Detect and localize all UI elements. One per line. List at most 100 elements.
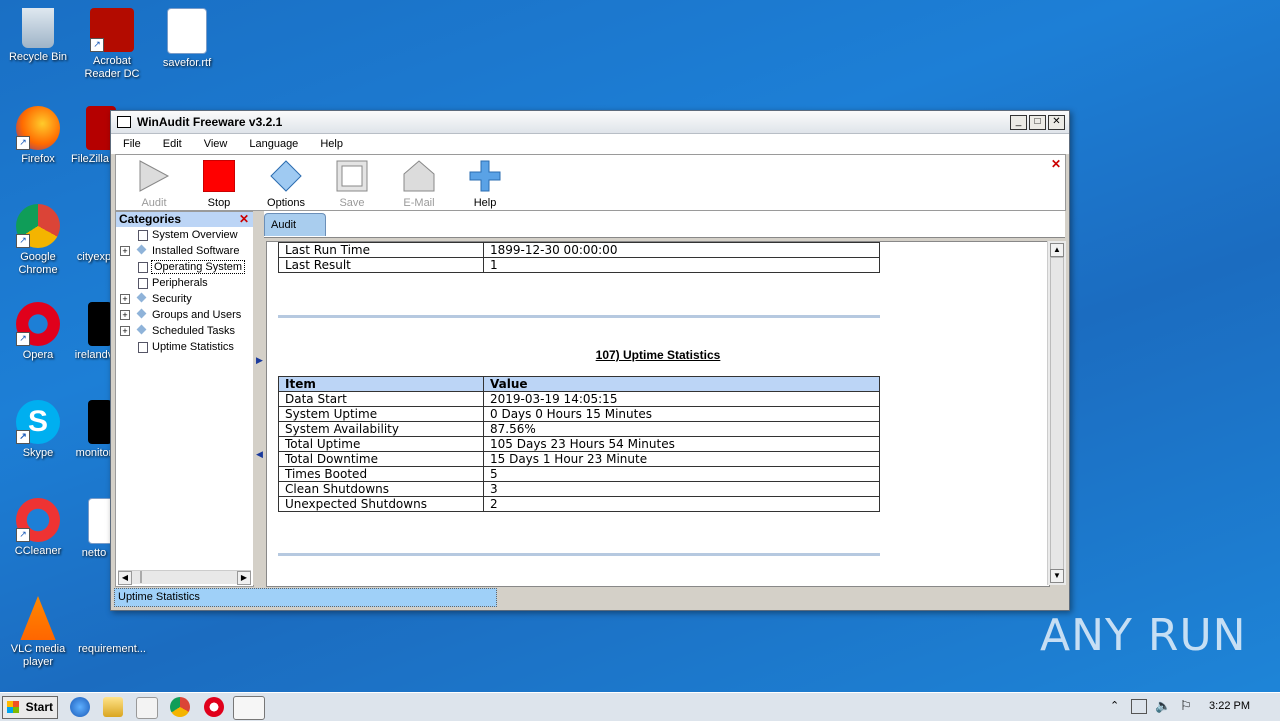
desktop-icon-ccleaner[interactable]: ↗ CCleaner: [0, 498, 76, 558]
item-cell: Last Run Time: [278, 242, 484, 258]
show-hidden-icons-icon[interactable]: ⌃: [1110, 699, 1119, 712]
expand-icon[interactable]: +: [120, 294, 130, 304]
anyrun-watermark: ANY RUN: [1040, 610, 1247, 661]
collapse-left-icon[interactable]: ◀: [256, 449, 263, 460]
scroll-left-icon[interactable]: ◀: [118, 571, 132, 585]
scroll-right-icon[interactable]: ▶: [237, 571, 251, 585]
tree-item-groups-and-users[interactable]: + Groups and Users: [116, 307, 253, 323]
section-divider: [278, 315, 880, 318]
word-document-icon: [167, 8, 207, 54]
tab-audit[interactable]: Audit: [264, 213, 326, 236]
chrome-taskbar-icon[interactable]: [170, 697, 190, 717]
item-cell: System Availability: [278, 421, 484, 437]
tree-item-peripherals[interactable]: Peripherals: [116, 275, 253, 291]
play-icon: [139, 160, 170, 192]
expand-icon[interactable]: +: [120, 326, 130, 336]
value-cell: 2: [483, 496, 880, 512]
stop-icon: [203, 160, 235, 192]
options-button[interactable]: Options: [256, 159, 316, 209]
tree-item-security[interactable]: + Security: [116, 291, 253, 307]
value-cell: 0 Days 0 Hours 15 Minutes: [483, 406, 880, 422]
desktop-icon-chrome[interactable]: ↗ Google Chrome: [0, 204, 76, 277]
menu-file[interactable]: File: [123, 138, 141, 150]
value-cell: 87.56%: [483, 421, 880, 437]
desktop-icon-label: Google Chrome: [18, 251, 58, 276]
tree-item-scheduled-tasks[interactable]: + Scheduled Tasks: [116, 323, 253, 339]
desktop-icon-label: CCleaner: [14, 545, 62, 557]
internet-explorer-icon[interactable]: [70, 697, 90, 717]
menu-language[interactable]: Language: [249, 138, 298, 150]
network-icon[interactable]: [1131, 699, 1147, 714]
scroll-down-icon[interactable]: ▼: [1050, 569, 1064, 583]
windows-logo-icon: [7, 701, 19, 713]
table-row: Times Booted 5: [278, 466, 880, 482]
scroll-thumb[interactable]: [140, 571, 142, 583]
expand-icon[interactable]: +: [120, 246, 130, 256]
winaudit-taskbar-button[interactable]: [233, 696, 265, 720]
item-cell: Total Uptime: [278, 436, 484, 452]
start-button[interactable]: Start: [2, 696, 58, 719]
header-item: Item: [278, 376, 484, 392]
scroll-thumb[interactable]: [1050, 257, 1064, 571]
table-row: Unexpected Shutdowns 2: [278, 496, 880, 512]
desktop-icon-label: savefor.rtf: [162, 57, 212, 69]
desktop-icon-skype[interactable]: S ↗ Skype: [0, 400, 76, 460]
tree-item-operating-system[interactable]: Operating System: [116, 259, 253, 275]
categories-close-icon[interactable]: ✕: [239, 212, 249, 227]
value-cell: 5: [483, 466, 880, 482]
help-button[interactable]: Help: [455, 159, 515, 209]
clock[interactable]: 3:22 PM: [1209, 700, 1250, 712]
vertical-scrollbar[interactable]: ▲ ▼: [1047, 241, 1066, 585]
toolbar: ✕ Audit Stop Options Save E-Mail Help: [115, 154, 1066, 211]
stop-button[interactable]: Stop: [189, 159, 249, 209]
minimize-button[interactable]: _: [1010, 114, 1027, 130]
item-cell: Clean Shutdowns: [278, 481, 484, 497]
tree-item-uptime-statistics[interactable]: Uptime Statistics: [116, 339, 253, 355]
top-table: Last Run Time 1899-12-30 00:00:00 Last R…: [278, 242, 880, 273]
tree-item-installed-software[interactable]: + Installed Software: [116, 243, 253, 259]
app-icon: [117, 116, 131, 128]
status-text: Uptime Statistics: [114, 588, 497, 607]
item-cell: System Uptime: [278, 406, 484, 422]
desktop-icon-savefor[interactable]: savefor.rtf: [149, 8, 225, 70]
menu-view[interactable]: View: [204, 138, 228, 150]
section-divider: [278, 553, 880, 556]
value-cell: 105 Days 23 Hours 54 Minutes: [483, 436, 880, 452]
media-player-icon[interactable]: [136, 697, 158, 719]
skype-icon: S ↗: [16, 400, 60, 444]
action-center-flag-icon[interactable]: ⚐: [1180, 698, 1192, 714]
audit-button[interactable]: Audit: [124, 159, 184, 209]
title-bar[interactable]: WinAudit Freeware v3.2.1 _ □ ✕: [111, 111, 1069, 134]
toolbar-close-icon[interactable]: ✕: [1051, 157, 1061, 171]
desktop-icon-opera[interactable]: ↗ Opera: [0, 302, 76, 362]
desktop-icon-label: Recycle Bin: [8, 51, 68, 63]
table-row: Total Uptime 105 Days 23 Hours 54 Minutes: [278, 436, 880, 452]
desktop-icon-acrobat[interactable]: ↗ Acrobat Reader DC: [74, 8, 150, 81]
opera-taskbar-icon[interactable]: [204, 697, 224, 717]
start-label: Start: [25, 700, 53, 714]
horizontal-scrollbar[interactable]: ◀ ▶: [118, 570, 251, 585]
volume-icon[interactable]: 🔈: [1155, 698, 1171, 714]
window-title: WinAudit Freeware v3.2.1: [137, 115, 283, 129]
desktop-icon-recycle-bin[interactable]: Recycle Bin: [0, 8, 76, 64]
chrome-icon: ↗: [16, 204, 60, 248]
desktop-icon-vlc[interactable]: VLC media player: [0, 596, 76, 669]
table-row: Last Result 1: [278, 257, 880, 273]
scroll-up-icon[interactable]: ▲: [1050, 243, 1064, 257]
report-content: Last Run Time 1899-12-30 00:00:00 Last R…: [266, 241, 1050, 587]
maximize-button[interactable]: □: [1029, 114, 1046, 130]
tree-item-system-overview[interactable]: System Overview: [116, 227, 253, 243]
categories-panel: Categories ✕ System Overview + Installed…: [115, 211, 254, 587]
page-icon: [138, 278, 148, 289]
menu-edit[interactable]: Edit: [163, 138, 182, 150]
expand-icon[interactable]: +: [120, 310, 130, 320]
collapse-right-icon[interactable]: ▶: [256, 355, 263, 366]
close-button[interactable]: ✕: [1048, 114, 1065, 130]
diamond-icon: [136, 244, 147, 255]
email-button[interactable]: E-Mail: [389, 159, 449, 209]
menu-help[interactable]: Help: [320, 138, 343, 150]
taskbar: Start ⌃ 🔈 ⚐ 3:22 PM: [0, 692, 1280, 721]
item-cell: Unexpected Shutdowns: [278, 496, 484, 512]
file-explorer-icon[interactable]: [103, 697, 123, 717]
save-button[interactable]: Save: [322, 159, 382, 209]
